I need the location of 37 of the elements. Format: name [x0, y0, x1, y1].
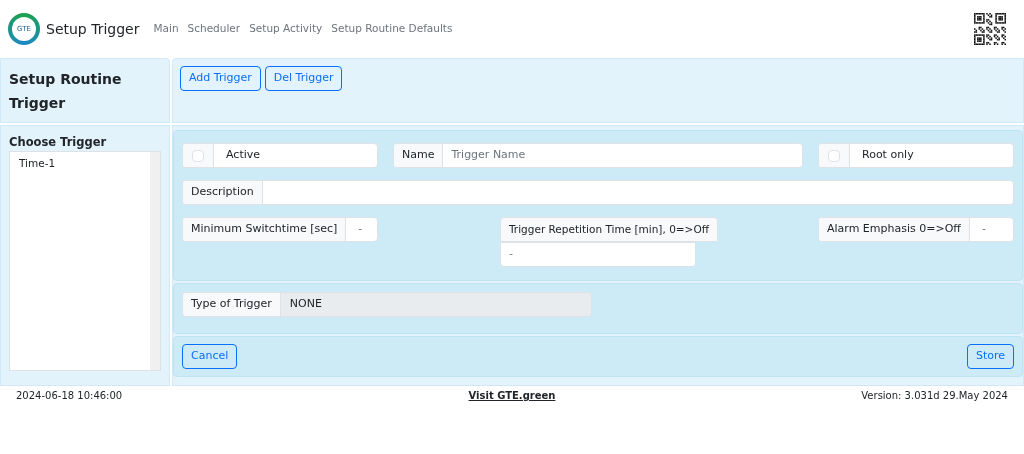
field-value: - [980, 221, 987, 238]
page-title: Setup Trigger [46, 19, 140, 39]
nav-link[interactable]: Scheduler [187, 21, 241, 37]
outline-button[interactable]: Cancel [182, 343, 238, 369]
sidebar-heading: Setup Routine Trigger [9, 71, 122, 111]
nav-link[interactable]: Main [153, 21, 179, 37]
select-value: NONE [288, 296, 323, 313]
nav-link[interactable]: Setup Routine Defaults [331, 21, 453, 37]
checkbox[interactable] [192, 149, 204, 162]
version-text: Version: 3.031d 29.May 2024 [860, 389, 1008, 403]
checkbox-label: Active [225, 147, 262, 164]
field-value: - [357, 221, 364, 238]
qr-code-icon [974, 13, 1006, 45]
outline-button[interactable]: Del Trigger [264, 66, 343, 91]
input-field[interactable]: Alarm Emphasis 0=>Off - [818, 217, 1014, 242]
field-label: Type of Trigger [183, 293, 281, 317]
trigger-list[interactable]: Time-1 [9, 151, 161, 371]
input-field[interactable]: Name Trigger Name [393, 143, 803, 168]
timestamp: 2024-06-18 10:46:00 [16, 389, 124, 403]
field-label: Alarm Emphasis 0=>Off [819, 218, 970, 241]
input-field[interactable]: Minimum Switchtime [sec] - [182, 217, 378, 242]
checkbox-label: Root only [861, 147, 915, 164]
field-label: Description [183, 181, 263, 204]
outline-button[interactable]: Add Trigger [180, 66, 261, 91]
input-field[interactable]: - [500, 242, 696, 267]
list-title: Choose Trigger [9, 134, 108, 151]
field-placeholder: Trigger Name [450, 147, 527, 164]
scrollbar[interactable] [150, 152, 160, 370]
website-link[interactable]: Visit GTE.green [468, 388, 556, 403]
field-label: Name [394, 144, 444, 167]
checkbox[interactable] [828, 149, 840, 162]
description-field[interactable]: Description [182, 180, 1014, 205]
nav-link[interactable]: Setup Activity [249, 21, 323, 37]
field-label: Trigger Repetition Time [min], 0=>Off [500, 217, 718, 242]
list-item[interactable]: Time-1 [10, 156, 150, 172]
outline-button[interactable]: Store [966, 343, 1014, 369]
field-label: Minimum Switchtime [sec] [183, 218, 347, 241]
